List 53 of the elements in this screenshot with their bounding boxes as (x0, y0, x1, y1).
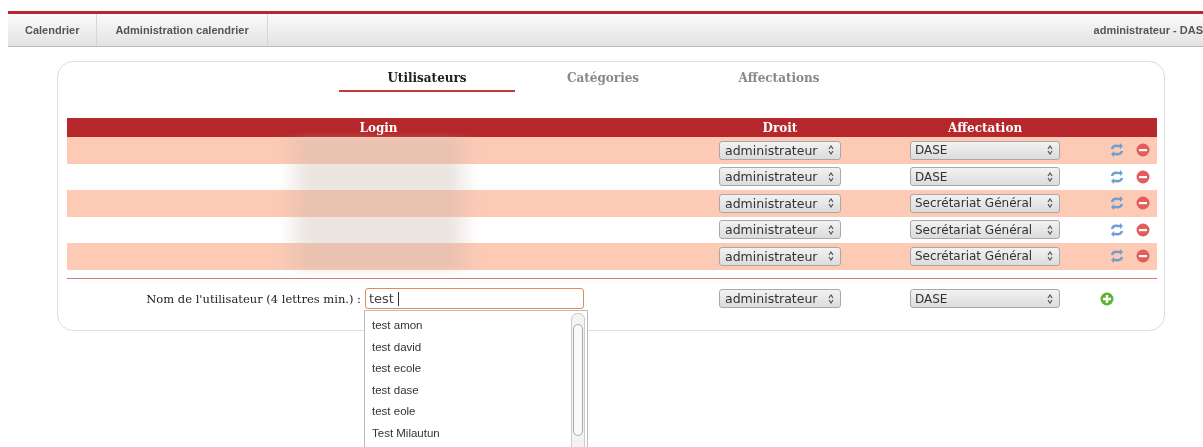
assignment-select[interactable]: Secrétariat Général (910, 220, 1060, 240)
updown-icon (828, 293, 834, 304)
refresh-icon[interactable] (1110, 249, 1124, 264)
role-select[interactable]: administrateur (719, 167, 841, 187)
updown-icon (1047, 224, 1053, 235)
user-label: administrateur - DAS (1093, 24, 1203, 36)
column-header: Droit (761, 120, 799, 135)
updown-icon (1047, 293, 1053, 304)
column-header: Affectation (946, 120, 1024, 135)
tab[interactable]: Affectations (691, 66, 867, 92)
remove-icon[interactable] (1136, 222, 1150, 237)
suggestion-item[interactable]: test david (365, 336, 569, 358)
updown-icon (828, 171, 834, 182)
refresh-icon[interactable] (1110, 143, 1124, 158)
refresh-icon[interactable] (1110, 169, 1124, 184)
nav-tab[interactable]: Calendrier (8, 14, 98, 46)
column-header: Login (358, 120, 399, 135)
role-select[interactable]: administrateur (719, 193, 841, 213)
assignment-select[interactable]: DASE (910, 140, 1060, 160)
updown-icon (828, 198, 834, 209)
remove-icon[interactable] (1136, 169, 1150, 184)
suggestion-item[interactable]: test dase (365, 379, 569, 401)
input-field[interactable]: test (365, 288, 584, 309)
updown-icon (1047, 198, 1053, 209)
updown-icon (828, 224, 834, 235)
tab[interactable]: Catégories (515, 66, 691, 92)
updown-icon (828, 145, 834, 156)
nav-tab[interactable]: Administration calendrier (97, 14, 268, 46)
field-label: Nom de l'utilisateur (4 lettres min.) : (146, 291, 361, 306)
assignment-select[interactable]: Secrétariat Général (910, 246, 1060, 266)
remove-icon[interactable] (1136, 196, 1150, 211)
remove-icon[interactable] (1136, 143, 1150, 158)
role-select[interactable]: administrateur (719, 140, 841, 160)
updown-icon (828, 251, 834, 262)
updown-icon (1047, 145, 1053, 156)
suggestion-item[interactable]: test ecole (365, 358, 569, 380)
remove-icon[interactable] (1136, 249, 1150, 264)
assignment-select[interactable]: Secrétariat Général (910, 193, 1060, 213)
assignment-select[interactable]: DASE (910, 289, 1060, 308)
updown-icon (1047, 171, 1053, 182)
role-select[interactable]: administrateur (719, 220, 841, 240)
role-select[interactable]: administrateur (719, 289, 841, 308)
suggestion-item[interactable]: test eole (365, 401, 569, 423)
suggestion-item[interactable]: test amon (365, 315, 569, 337)
scrollbar[interactable] (571, 313, 585, 447)
refresh-icon[interactable] (1110, 222, 1124, 237)
assignment-select[interactable]: DASE (910, 167, 1060, 187)
suggestion-item[interactable]: Test Milautun (365, 422, 569, 444)
role-select[interactable]: administrateur (719, 246, 841, 266)
add-icon[interactable] (1100, 291, 1114, 306)
tab[interactable]: Utilisateurs (339, 66, 515, 92)
updown-icon (1047, 251, 1053, 262)
refresh-icon[interactable] (1110, 196, 1124, 211)
